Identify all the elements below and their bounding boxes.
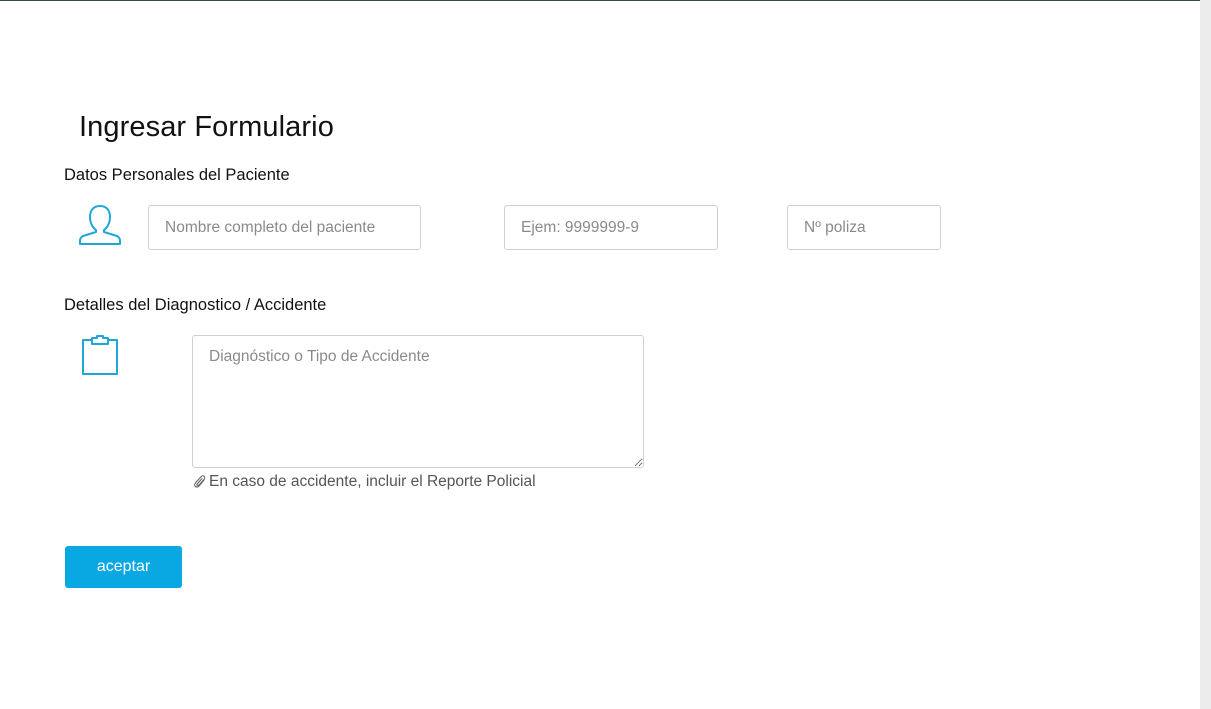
policy-number-input[interactable] bbox=[787, 205, 941, 250]
top-divider bbox=[0, 0, 1200, 1]
section-title-personal: Datos Personales del Paciente bbox=[64, 166, 290, 184]
patient-rut-input[interactable] bbox=[504, 205, 718, 250]
accept-button[interactable]: aceptar bbox=[65, 546, 182, 588]
diagnosis-textarea[interactable] bbox=[192, 335, 644, 468]
clipboard-icon bbox=[80, 335, 120, 377]
paperclip-icon bbox=[193, 474, 207, 490]
section-title-diagnosis: Detalles del Diagnostico / Accidente bbox=[64, 296, 327, 314]
user-icon bbox=[78, 204, 122, 246]
page-title: Ingresar Formulario bbox=[79, 111, 334, 143]
vertical-scrollbar[interactable] bbox=[1200, 0, 1211, 709]
attach-police-report-link[interactable]: En caso de accidente, incluir el Reporte… bbox=[193, 473, 536, 491]
attachment-label: En caso de accidente, incluir el Reporte… bbox=[209, 473, 536, 490]
patient-name-input[interactable] bbox=[148, 205, 421, 250]
